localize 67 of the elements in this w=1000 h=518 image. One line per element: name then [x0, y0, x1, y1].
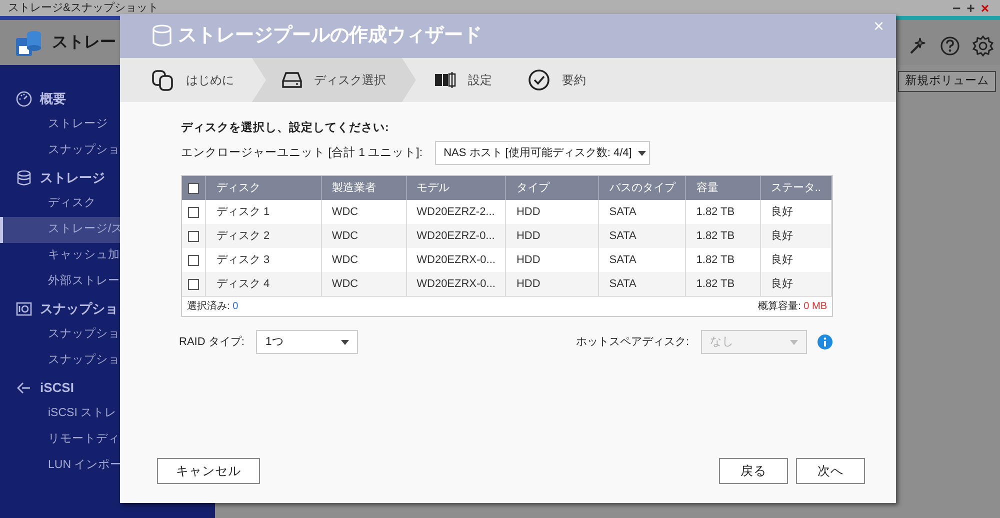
table-cell: ディスク 2 — [206, 224, 322, 248]
column-header[interactable]: 製造業者 — [321, 176, 406, 200]
wizard-title: ストレージプールの作成ウィザード — [178, 24, 482, 48]
check-circle-icon — [528, 69, 550, 91]
sidebar-section-title: 概要 — [40, 90, 66, 108]
sidebar-section-title: iSCSI — [40, 378, 74, 397]
minimize-button[interactable]: − — [949, 1, 964, 15]
column-header[interactable]: 容量 — [686, 176, 760, 200]
info-icon — [817, 334, 833, 350]
row-checkbox[interactable] — [188, 206, 199, 218]
database-icon — [16, 170, 32, 186]
database-icon — [152, 69, 174, 91]
wizard-step-tab[interactable]: 要約 — [510, 58, 604, 102]
table-cell: WDC — [321, 272, 406, 296]
disk-drive-icon — [282, 70, 302, 90]
estimated-capacity-text: 概算容量: 0 MB — [758, 300, 827, 314]
app-title: ストレージ&スナップショット — [8, 0, 158, 16]
select-all-checkbox[interactable] — [188, 182, 199, 194]
camera-icon — [16, 300, 32, 316]
magic-wand-icon[interactable] — [908, 36, 928, 56]
new-volume-button[interactable]: 新規ボリューム — [898, 71, 996, 92]
table-cell: 良好 — [760, 224, 832, 248]
caret-icon — [790, 340, 798, 345]
next-button[interactable]: 次へ — [796, 458, 865, 484]
cylinder-icon — [152, 24, 172, 48]
table-cell: HDD — [506, 272, 599, 296]
instruction-text: ディスクを選択し、設定してください: — [181, 120, 390, 136]
cancel-button[interactable]: キャンセル — [157, 458, 260, 484]
gauge-icon — [16, 90, 32, 106]
sidebar-section-title: ストレージ — [40, 168, 105, 187]
table-cell: WD20EZRZ-0... — [406, 224, 506, 248]
arrow-icon — [16, 380, 32, 396]
table-cell: WDC — [321, 224, 406, 248]
column-header[interactable]: ディスク — [206, 176, 322, 200]
back-button[interactable]: 戻る — [719, 458, 788, 484]
enclosure-label: エンクロージャーユニット [合計 1 ユニット]: — [181, 145, 423, 161]
settings-icon[interactable] — [972, 35, 994, 57]
wizard-step-tab[interactable]: 設定 — [416, 58, 510, 102]
table-cell: SATA — [598, 224, 686, 248]
raid-type-label: RAID タイプ: — [179, 334, 244, 350]
help-icon[interactable] — [940, 36, 960, 56]
enclosure-dropdown[interactable]: NAS ホスト [使用可能ディスク数: 4/4] — [434, 141, 650, 166]
caret-icon — [638, 150, 646, 156]
columns-icon — [434, 70, 456, 90]
table-cell: 1.82 TB — [686, 272, 760, 296]
raid-type-dropdown[interactable]: 1つ — [256, 330, 358, 354]
maximize-button[interactable]: + — [964, 1, 978, 15]
table-cell: 良好 — [760, 272, 832, 296]
table-cell: ディスク 4 — [206, 272, 322, 296]
sidebar-section-title: スナップショ — [40, 300, 118, 318]
app-header-title: ストレー — [52, 32, 116, 52]
hot-spare-label: ホットスペアディスク: — [576, 335, 689, 350]
wizard-step-tab[interactable]: ディスク選択 — [252, 58, 416, 102]
column-header[interactable]: バスのタイプ — [598, 176, 686, 200]
row-checkbox[interactable] — [188, 278, 199, 290]
table-cell: SATA — [598, 272, 686, 296]
selected-count-text: 選択済み: 0 — [187, 300, 238, 314]
column-header[interactable]: タイプ — [506, 176, 599, 200]
table-cell: WD20EZRX-0... — [406, 272, 506, 296]
caret-icon — [341, 340, 350, 345]
column-header[interactable]: ステータ.. — [760, 176, 832, 200]
row-checkbox[interactable] — [188, 254, 199, 266]
table-cell: HDD — [506, 224, 599, 248]
column-header[interactable]: モデル — [406, 176, 506, 200]
wizard-step-tab[interactable]: はじめに — [134, 58, 252, 102]
table-cell: 1.82 TB — [686, 224, 760, 248]
row-checkbox[interactable] — [188, 230, 199, 242]
